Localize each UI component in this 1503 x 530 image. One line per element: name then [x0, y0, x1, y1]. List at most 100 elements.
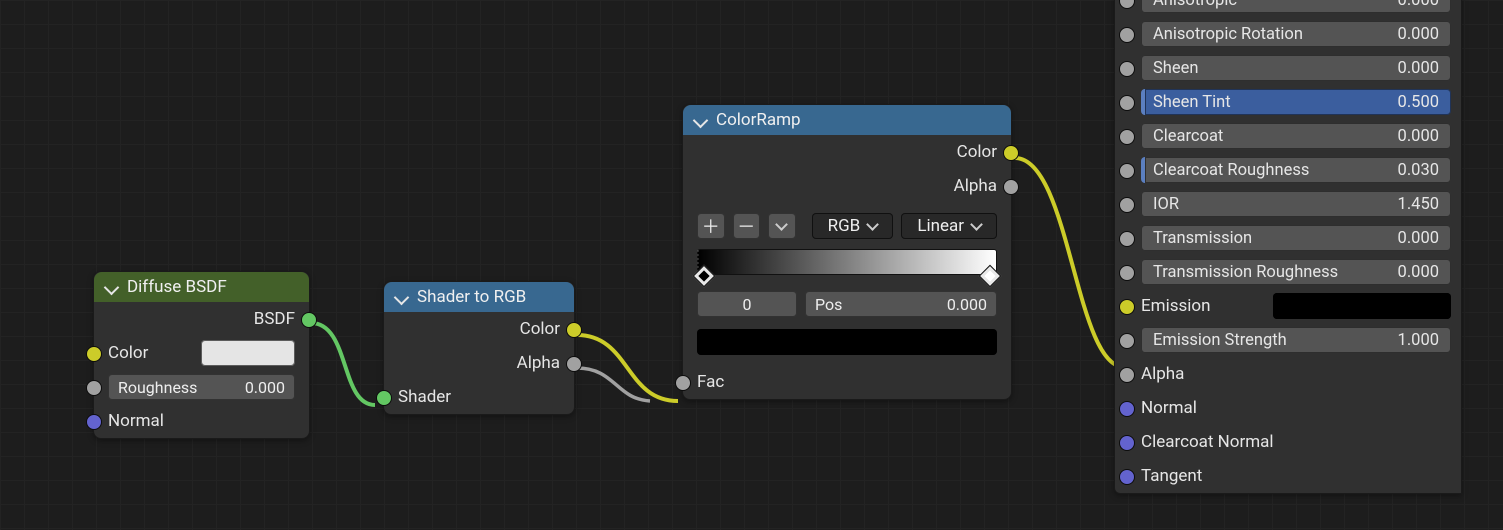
clearcoat-roughness-field[interactable]: Clearcoat Roughness0.030: [1141, 157, 1451, 183]
socket-input-float[interactable]: [1119, 333, 1135, 349]
socket-input-float[interactable]: [1119, 0, 1135, 9]
stop-position-field[interactable]: Pos 0.000: [805, 291, 997, 317]
input-label: Clearcoat Normal: [1141, 432, 1451, 452]
sheen-field[interactable]: Sheen0.000: [1141, 55, 1451, 81]
color-swatch[interactable]: [201, 340, 295, 366]
socket-output-color[interactable]: [1003, 145, 1019, 161]
socket-input-float[interactable]: [86, 380, 102, 396]
dropdown-value: Linear: [917, 216, 964, 236]
field-value: 0.000: [245, 378, 285, 397]
socket-input-float[interactable]: [1119, 231, 1135, 247]
socket-input-vector[interactable]: [1119, 469, 1135, 485]
field-value: 0.000: [1398, 25, 1439, 44]
color-ramp-gradient[interactable]: [697, 249, 997, 275]
input-row-ior: IOR 1.450: [1115, 187, 1461, 221]
output-label: Color: [520, 319, 560, 339]
dropdown-value: RGB: [828, 216, 861, 236]
field-value: 1.000: [1398, 331, 1439, 350]
emission-color-swatch[interactable]: [1273, 293, 1451, 319]
stop-index-field[interactable]: 0: [697, 291, 797, 317]
socket-input-float[interactable]: [1119, 95, 1135, 111]
color-mode-dropdown[interactable]: RGB: [812, 213, 894, 239]
chevron-down-icon: [693, 112, 709, 128]
field-value: 0: [743, 295, 752, 314]
anisotropic-field[interactable]: Anisotropic 0.000: [1141, 0, 1451, 13]
input-row-anisotropic: Anisotropic 0.000: [1115, 0, 1461, 17]
field-label: Pos: [815, 295, 842, 314]
socket-output-float[interactable]: [1003, 179, 1019, 195]
output-alpha: Alpha: [384, 346, 574, 380]
remove-stop-button[interactable]: －: [733, 213, 761, 239]
socket-input-color[interactable]: [1119, 299, 1135, 315]
field-label: Transmission: [1153, 229, 1252, 248]
add-stop-button[interactable]: ＋: [697, 213, 725, 239]
input-color: Color: [94, 336, 309, 370]
socket-input-float[interactable]: [1119, 61, 1135, 77]
input-row-tangent: Tangent: [1115, 459, 1461, 493]
node-header[interactable]: Shader to RGB: [384, 282, 574, 312]
input-row-sheen-tint: Sheen Tint0.500: [1115, 85, 1461, 119]
node-header[interactable]: Diffuse BSDF: [94, 272, 309, 302]
field-value: 1.450: [1398, 195, 1439, 214]
output-color: Color: [384, 312, 574, 346]
transmission-roughness-field[interactable]: Transmission Roughness0.000: [1141, 259, 1451, 285]
field-value: 0.000: [1398, 127, 1439, 146]
socket-input-float[interactable]: [1119, 27, 1135, 43]
transmission-field[interactable]: Transmission 0.000: [1141, 225, 1451, 251]
roughness-field[interactable]: Roughness 0.000: [108, 374, 295, 400]
node-principled-bsdf-partial[interactable]: Anisotropic 0.000 Anisotropic Rotation 0.00…: [1114, 0, 1462, 494]
field-label: IOR: [1153, 195, 1179, 214]
socket-input-float[interactable]: [1119, 265, 1135, 281]
sheen-tint-field[interactable]: Sheen Tint0.500: [1141, 89, 1451, 115]
field-label: Anisotropic: [1153, 0, 1237, 10]
socket-input-float[interactable]: [1119, 367, 1135, 383]
input-fac: Fac: [683, 365, 1011, 399]
input-label: Shader: [398, 387, 451, 407]
field-label: Anisotropic Rotation: [1153, 25, 1303, 44]
ramp-toolbar: ＋ － RGB Linear: [683, 203, 1011, 245]
socket-output-color[interactable]: [566, 322, 582, 338]
field-label: Emission Strength: [1153, 331, 1287, 350]
socket-output-shader[interactable]: [301, 312, 317, 328]
input-label: Tangent: [1141, 466, 1451, 486]
field-label: Roughness: [118, 378, 197, 397]
ramp-menu-button[interactable]: [768, 213, 796, 239]
input-label: Normal: [1141, 398, 1451, 418]
field-value: 0.000: [1398, 229, 1439, 248]
socket-input-vector[interactable]: [1119, 401, 1135, 417]
field-value: 0.000: [1398, 0, 1439, 10]
node-header[interactable]: ColorRamp: [683, 105, 1011, 135]
input-row-clearcoat: Clearcoat0.000: [1115, 119, 1461, 153]
node-shader-to-rgb[interactable]: Shader to RGB Color Alpha Shader: [383, 281, 575, 415]
clearcoat-field[interactable]: Clearcoat0.000: [1141, 123, 1451, 149]
output-label: Alpha: [517, 353, 560, 373]
socket-input-color[interactable]: [86, 346, 102, 362]
input-row-transmission-roughness: Transmission Roughness0.000: [1115, 255, 1461, 289]
emission-strength-field[interactable]: Emission Strength 1.000: [1141, 327, 1451, 353]
node-color-ramp[interactable]: ColorRamp Color Alpha ＋ － RGB Linear 0 P…: [682, 104, 1012, 400]
socket-input-vector[interactable]: [86, 414, 102, 430]
anisotropic-rotation-field[interactable]: Anisotropic Rotation 0.000: [1141, 21, 1451, 47]
node-diffuse-bsdf[interactable]: Diffuse BSDF BSDF Color Roughness 0.000 …: [93, 271, 310, 439]
socket-output-float[interactable]: [566, 356, 582, 372]
socket-input-vector[interactable]: [1119, 435, 1135, 451]
socket-input-shader[interactable]: [376, 390, 392, 406]
field-label: Sheen: [1153, 59, 1199, 78]
input-row-emission: Emission: [1115, 289, 1461, 323]
socket-input-float[interactable]: [1119, 197, 1135, 213]
socket-input-float[interactable]: [1119, 163, 1135, 179]
interp-dropdown[interactable]: Linear: [901, 213, 997, 239]
output-label: BSDF: [254, 309, 295, 329]
chevron-down-icon: [394, 289, 410, 305]
input-normal: Normal: [94, 404, 309, 438]
node-title: Diffuse BSDF: [127, 277, 227, 297]
input-row-normal: Normal: [1115, 391, 1461, 425]
field-value: 0.000: [947, 295, 987, 314]
stop-color-swatch[interactable]: [697, 329, 997, 355]
input-row-anisotropic-rotation: Anisotropic Rotation 0.000: [1115, 17, 1461, 51]
ior-field[interactable]: IOR 1.450: [1141, 191, 1451, 217]
input-label: Color: [108, 343, 201, 363]
socket-input-float[interactable]: [675, 375, 691, 391]
input-row-transmission: Transmission 0.000: [1115, 221, 1461, 255]
socket-input-float[interactable]: [1119, 129, 1135, 145]
